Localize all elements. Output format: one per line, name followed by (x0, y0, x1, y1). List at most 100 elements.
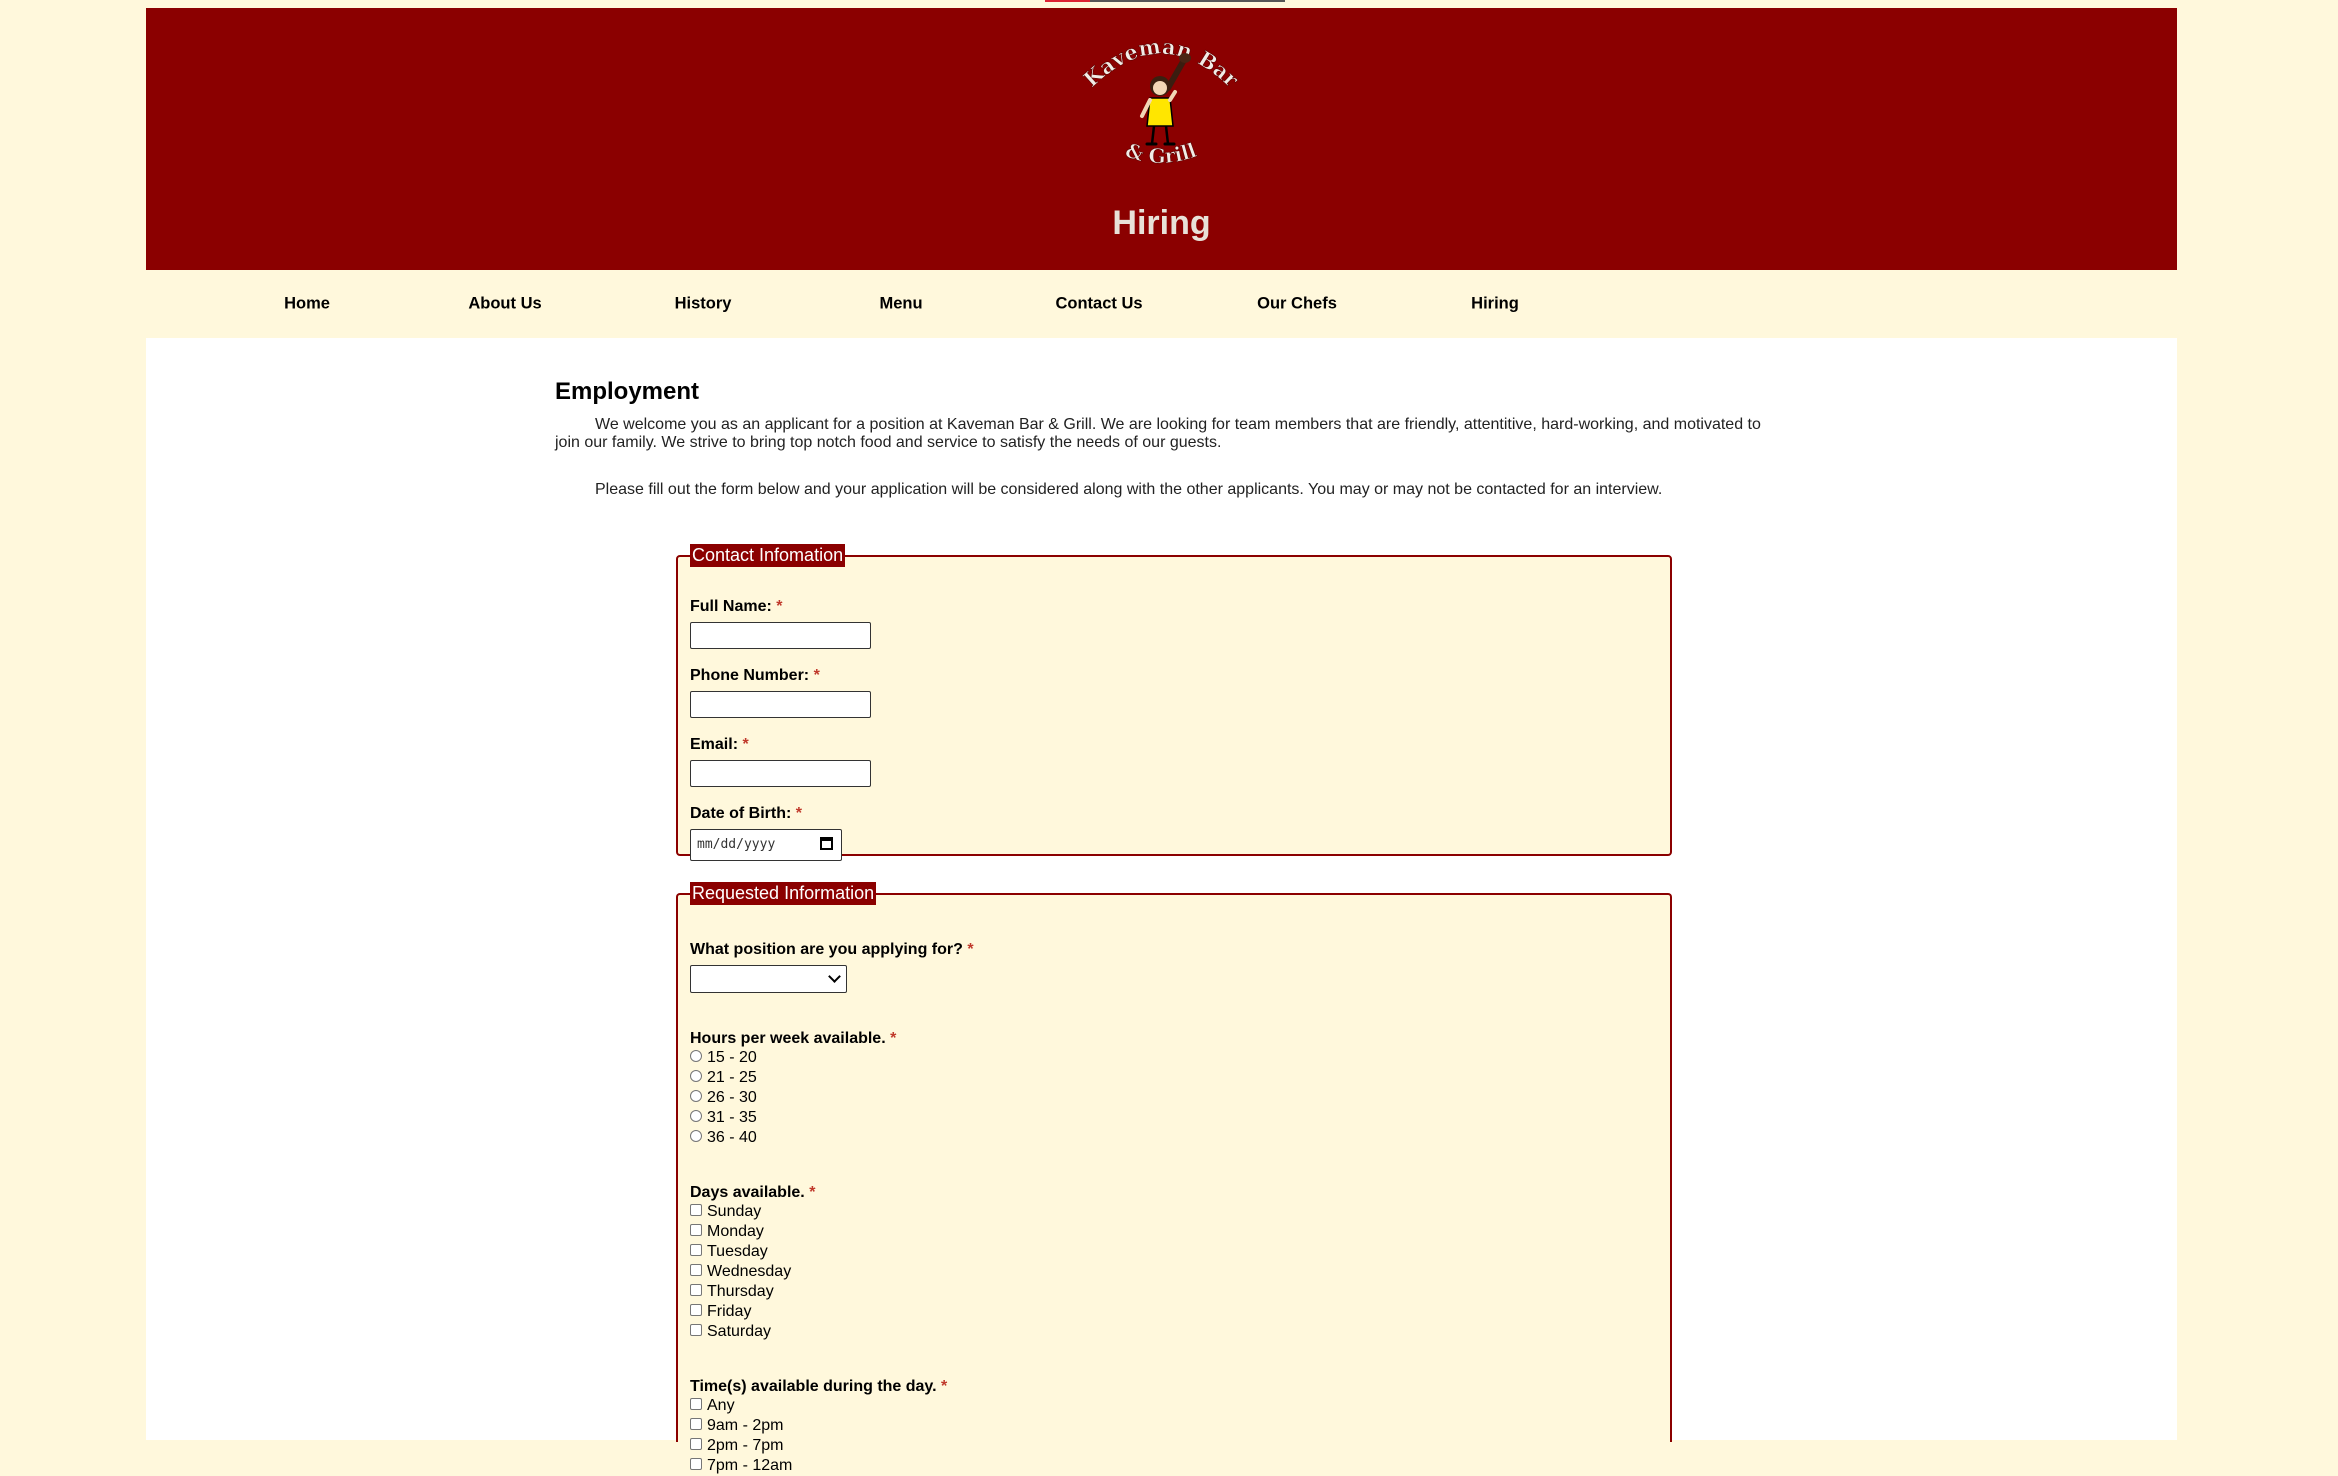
dob-label: Date of Birth: * (690, 805, 802, 823)
hours-label: Hours per week available. * (690, 1030, 896, 1048)
required-mark: * (809, 1184, 816, 1201)
top-edge-strip (1045, 0, 1285, 2)
radio-button[interactable] (690, 1049, 702, 1062)
day-option-label: Tuesday (707, 1243, 768, 1260)
day-option[interactable]: Monday (690, 1222, 764, 1242)
site-banner: Kaveman Bar & Grill Hiring (146, 8, 2177, 270)
day-option[interactable]: Wednesday (690, 1262, 791, 1282)
days-label: Days available. * (690, 1184, 815, 1202)
day-option[interactable]: Thursday (690, 1282, 774, 1302)
checkbox[interactable] (690, 1203, 702, 1216)
hours-option[interactable]: 21 - 25 (690, 1068, 757, 1088)
svg-text:& Grill: & Grill (1123, 138, 1200, 169)
email-input[interactable] (690, 760, 871, 787)
hours-option-label: 31 - 35 (707, 1109, 757, 1126)
day-option-label: Saturday (707, 1323, 772, 1340)
checkbox[interactable] (690, 1263, 702, 1276)
day-option[interactable]: Sunday (690, 1202, 761, 1222)
checkbox[interactable] (690, 1283, 702, 1296)
time-option[interactable]: Any (690, 1396, 735, 1416)
day-option-label: Thursday (707, 1283, 774, 1300)
main-nav: Home About Us History Menu Contact Us Ou… (146, 270, 2177, 338)
required-mark: * (795, 805, 803, 822)
nav-contact-us[interactable]: Contact Us (1055, 295, 1142, 314)
hours-option-label: 36 - 40 (707, 1129, 757, 1146)
nav-about-us[interactable]: About Us (468, 295, 541, 314)
caveman-icon (1140, 53, 1191, 146)
nav-hiring[interactable]: Hiring (1471, 295, 1519, 314)
radio-button[interactable] (690, 1129, 702, 1142)
phone-input[interactable] (690, 691, 871, 718)
checkbox[interactable] (690, 1323, 702, 1336)
day-option[interactable]: Saturday (690, 1322, 771, 1342)
hours-option[interactable]: 31 - 35 (690, 1108, 757, 1128)
day-option[interactable]: Tuesday (690, 1242, 768, 1262)
required-mark: * (813, 667, 820, 684)
kaveman-logo[interactable]: Kaveman Bar & Grill (1078, 26, 1245, 186)
position-label-text: What position are you applying for? (690, 941, 963, 958)
position-select[interactable] (690, 965, 847, 993)
checkbox[interactable] (690, 1417, 702, 1430)
day-option-label: Sunday (707, 1203, 762, 1220)
time-option[interactable]: 9am - 2pm (690, 1416, 783, 1436)
hours-option-label: 21 - 25 (707, 1069, 757, 1086)
position-label: What position are you applying for? * (690, 941, 974, 959)
hours-option[interactable]: 15 - 20 (690, 1048, 757, 1068)
requested-information-fieldset: Requested Information What position are … (676, 882, 1672, 1474)
times-label: Time(s) available during the day. * (690, 1378, 947, 1396)
requested-legend: Requested Information (690, 882, 877, 905)
logo-text-bottom: & Grill (1122, 137, 1200, 168)
hours-label-text: Hours per week available. (690, 1030, 886, 1047)
banner-title: Hiring (1112, 204, 1211, 242)
checkbox[interactable] (690, 1223, 702, 1236)
full-name-input[interactable] (690, 622, 871, 649)
required-mark: * (941, 1378, 948, 1395)
dob-placeholder: mm/dd/yyyy (697, 837, 776, 852)
days-label-text: Days available. (690, 1184, 805, 1201)
nav-history[interactable]: History (675, 295, 732, 314)
instructions-paragraph: Please fill out the form below and your … (595, 481, 1663, 498)
required-mark: * (890, 1030, 897, 1047)
nav-home[interactable]: Home (284, 295, 330, 314)
hours-option[interactable]: 36 - 40 (690, 1128, 757, 1148)
checkbox[interactable] (690, 1243, 702, 1256)
contact-information-fieldset: Contact Infomation Full Name: * Phone Nu… (676, 544, 1672, 861)
intro-paragraph: We welcome you as an applicant for a pos… (555, 416, 1761, 451)
radio-button[interactable] (690, 1069, 702, 1082)
time-option-label: 9am - 2pm (707, 1417, 784, 1434)
radio-button[interactable] (690, 1109, 702, 1122)
checkbox[interactable] (690, 1457, 702, 1470)
page-heading: Employment (555, 378, 700, 405)
full-name-label: Full Name: * (690, 598, 782, 616)
nav-menu[interactable]: Menu (879, 295, 922, 314)
time-option-label: Any (707, 1397, 735, 1414)
hours-option-label: 26 - 30 (707, 1089, 757, 1106)
day-option-label: Monday (707, 1223, 764, 1240)
required-mark: * (776, 598, 783, 615)
contact-legend: Contact Infomation (690, 544, 846, 567)
checkbox[interactable] (690, 1397, 702, 1410)
main-content: Employment We welcome you as an applican… (146, 338, 2177, 1474)
required-mark: * (967, 941, 974, 958)
time-option-label: 7pm - 12am (707, 1457, 793, 1474)
hours-option-label: 15 - 20 (707, 1049, 757, 1066)
email-label: Email: * (690, 736, 749, 754)
phone-label: Phone Number: * (690, 667, 820, 685)
day-option-label: Wednesday (707, 1263, 792, 1280)
hours-option[interactable]: 26 - 30 (690, 1088, 757, 1108)
checkbox[interactable] (690, 1303, 702, 1316)
day-option[interactable]: Friday (690, 1302, 751, 1322)
calendar-icon[interactable] (820, 837, 833, 850)
times-label-text: Time(s) available during the day. (690, 1378, 937, 1395)
email-label-text: Email: (690, 736, 739, 753)
required-mark: * (742, 736, 749, 753)
dob-input[interactable]: mm/dd/yyyy (690, 829, 842, 861)
radio-button[interactable] (690, 1089, 702, 1102)
dob-label-text: Date of Birth: (690, 805, 792, 822)
page-wrapper: Kaveman Bar & Grill Hiring Home About Us… (146, 8, 2177, 1474)
time-option[interactable]: 2pm - 7pm (690, 1436, 783, 1456)
full-name-label-text: Full Name: (690, 598, 772, 615)
time-option[interactable]: 7pm - 12am (690, 1456, 792, 1476)
chevron-down-icon (828, 970, 841, 983)
nav-our-chefs[interactable]: Our Chefs (1257, 295, 1337, 314)
